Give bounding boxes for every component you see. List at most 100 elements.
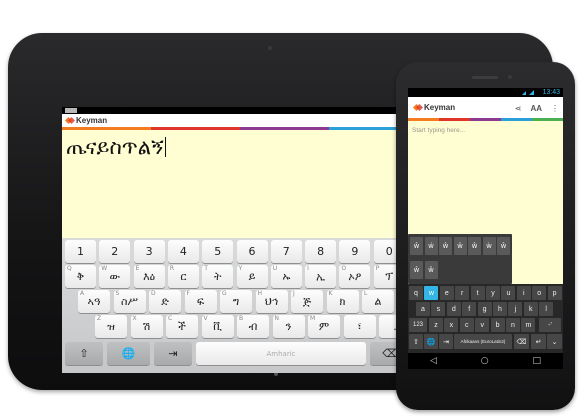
key-u[interactable]: Uኡ (270, 265, 302, 288)
tab-icon[interactable]: ⇥ (439, 334, 453, 349)
key-4[interactable]: 44 (167, 240, 199, 263)
key-l[interactable]: l (539, 302, 554, 316)
popup-key[interactable]: ŵ (410, 261, 423, 279)
key-e[interactable]: e (439, 286, 454, 300)
key-q[interactable]: q (409, 286, 423, 300)
popup-key[interactable]: ŵ (497, 237, 510, 255)
key-v[interactable]: v (475, 318, 490, 332)
key-s[interactable]: s (431, 302, 446, 316)
key-9[interactable]: 99 (339, 240, 371, 263)
key-2[interactable]: 22 (99, 240, 131, 263)
key-y[interactable]: y (486, 286, 500, 300)
key-u[interactable]: u (501, 286, 516, 300)
key-l[interactable]: Lል (362, 290, 394, 313)
font-size-icon[interactable]: AA (530, 104, 542, 113)
key-hint: M (310, 315, 316, 322)
popup-key[interactable]: ẅ (453, 237, 467, 255)
language-key[interactable]: Afrikaans (EuroLatin2) (454, 334, 512, 349)
key-t[interactable]: t (470, 286, 485, 300)
key-r[interactable]: Rር (167, 265, 199, 288)
key-h[interactable]: H ህኅ (255, 290, 288, 313)
globe-key[interactable]: 🌐 (107, 342, 150, 365)
dismiss-keyboard-icon[interactable]: ⌄ (547, 334, 562, 349)
key-t[interactable]: Tት (202, 265, 234, 288)
key-x[interactable]: x (444, 318, 459, 332)
popup-key[interactable]: ẁ (482, 237, 496, 255)
key-label: 1 (77, 245, 84, 258)
tab-key[interactable]: ⇥ (154, 342, 192, 365)
backspace-icon[interactable]: ⌫ (514, 334, 529, 349)
recents-icon[interactable]: □ (533, 356, 542, 366)
popup-key[interactable]: ŵ (468, 237, 481, 255)
key-o[interactable]: o (532, 286, 547, 300)
key-i[interactable]: Iኢ (305, 265, 337, 288)
back-icon[interactable]: ◁ (430, 356, 437, 366)
key-1[interactable]: 11 (65, 240, 96, 263)
key-5[interactable]: 55 (202, 240, 234, 263)
home-icon[interactable]: ○ (481, 356, 489, 366)
overflow-menu-icon[interactable]: ⋮ (551, 104, 559, 113)
share-icon[interactable]: ⋖ (515, 104, 522, 113)
popup-key[interactable]: ẃ (424, 237, 438, 255)
key-3[interactable]: 33 (133, 240, 165, 263)
key-hint: W (101, 265, 108, 272)
key-n[interactable]: n (506, 318, 520, 332)
key-d[interactable]: Dድ (149, 290, 181, 313)
key-z[interactable]: Zዝ (95, 315, 127, 338)
key-q[interactable]: Qቅ (65, 265, 96, 288)
key-v[interactable]: Vቪ (201, 315, 234, 338)
key-hint: E (135, 265, 140, 272)
key-f[interactable]: f (462, 302, 477, 316)
key-p[interactable]: p (547, 286, 562, 300)
tablet-text-area[interactable]: ጤናይስጥልኝ (66, 135, 166, 160)
key-d[interactable]: d (446, 302, 461, 316)
shift-icon[interactable]: ⇧ (409, 334, 423, 349)
key-a[interactable]: A ኣዓ (78, 290, 110, 313)
key-hint: Q (67, 265, 72, 272)
key-h[interactable]: h (493, 302, 507, 316)
key-r[interactable]: r (455, 286, 470, 300)
key-x[interactable]: Xሽ (130, 315, 163, 338)
shift-key[interactable]: ⇧ (65, 342, 103, 365)
key-m[interactable]: m (521, 318, 536, 332)
numbers-key[interactable]: 123 (409, 318, 427, 332)
key-b[interactable]: b (490, 318, 505, 332)
key-w[interactable]: Wው (99, 265, 131, 288)
key-z[interactable]: z (429, 318, 443, 332)
key-m[interactable]: Mም (308, 315, 340, 338)
key-k[interactable]: k (523, 302, 538, 316)
key-j[interactable]: j (508, 302, 523, 316)
key-g[interactable]: Gግ (220, 290, 252, 313)
space-key[interactable]: Amharic (196, 342, 366, 365)
key-punct[interactable]: ፣ (343, 315, 376, 338)
phone-app-title: Keyman (424, 103, 456, 112)
punct-key[interactable]: -' (539, 318, 561, 332)
phone-status-bar: 13:43 (408, 88, 563, 97)
key-y[interactable]: Yይ (236, 265, 268, 288)
key-j[interactable]: Jጅ (291, 290, 323, 313)
globe-icon[interactable]: 🌐 (424, 334, 438, 349)
popup-key[interactable]: ŵ (424, 261, 438, 279)
key-a[interactable]: a (416, 302, 430, 316)
key-6[interactable]: 66 (236, 240, 268, 263)
key-o[interactable]: O ኦዖ (339, 265, 371, 288)
phone-text-placeholder[interactable]: Start typing here... (412, 127, 465, 134)
key-e[interactable]: E እዕ (133, 265, 165, 288)
enter-icon[interactable]: ↵ (531, 334, 546, 349)
popup-key[interactable]: ŵ (439, 237, 452, 255)
key-hint: A (80, 290, 85, 297)
key-w[interactable]: w (424, 286, 439, 300)
key-k[interactable]: Kክ (326, 290, 359, 313)
key-hint: J (293, 290, 295, 297)
key-g[interactable]: g (477, 302, 492, 316)
key-b[interactable]: Bብ (237, 315, 269, 338)
key-c[interactable]: c (459, 318, 474, 332)
key-n[interactable]: Nን (272, 315, 305, 338)
popup-key[interactable]: ŵ (410, 237, 423, 255)
key-7[interactable]: 77 (270, 240, 302, 263)
key-i[interactable]: i (516, 286, 531, 300)
key-s[interactable]: S ስሥ (113, 290, 146, 313)
key-f[interactable]: Fፍ (184, 290, 217, 313)
key-c[interactable]: Cች (166, 315, 198, 338)
key-8[interactable]: 88 (305, 240, 337, 263)
